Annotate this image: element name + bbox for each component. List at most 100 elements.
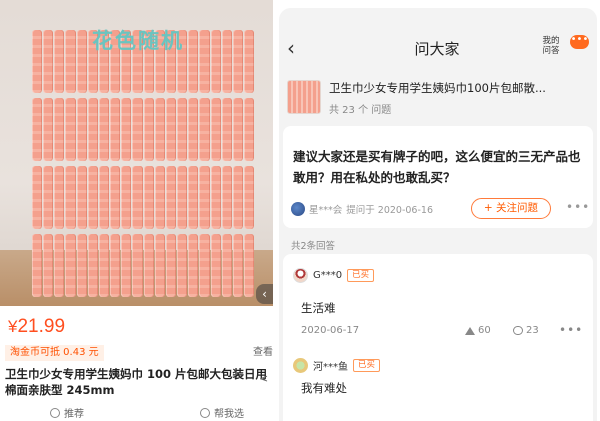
product-summary-row[interactable]: 卫生巾少女专用学生姨妈巾100片包邮散... 共 23 个 问题 [279, 74, 597, 120]
sanitary-pad [199, 234, 210, 297]
sanitary-pad [177, 98, 188, 161]
sanitary-pad [65, 98, 76, 161]
sanitary-pad [121, 166, 132, 229]
coin-row: 淘金币可抵 0.43 元 查看 [0, 345, 273, 361]
recommend-label: 推荐 [64, 409, 84, 420]
photo-next-arrow-icon[interactable]: ‹ [256, 284, 273, 304]
sanitary-pad [110, 166, 121, 229]
sanitary-pad [188, 30, 199, 93]
question-text: 建议大家还是买有牌子的吧，这么便宜的三无产品也敢用？用在私处的也敢乱买？ [293, 149, 581, 185]
sanitary-pad [199, 166, 210, 229]
bought-badge: 已买 [353, 359, 381, 372]
price-value: 21.99 [17, 316, 66, 337]
sanitary-pad [76, 166, 87, 229]
sanitary-pad [143, 98, 154, 161]
sanitary-pad [32, 234, 43, 297]
sanitary-pad [132, 166, 143, 229]
sanitary-pad [43, 166, 54, 229]
sanitary-pad [177, 166, 188, 229]
sanitary-pad [87, 166, 98, 229]
question-card: 建议大家还是买有牌子的吧，这么便宜的三无产品也敢用？用在私处的也敢乱买？ 星**… [283, 126, 593, 228]
answers-count: 共2条回答 [291, 241, 336, 252]
follow-question-button[interactable]: + 关注问题 [471, 198, 551, 219]
sanitary-pad [188, 234, 199, 297]
question-more-icon[interactable]: ••• [566, 200, 590, 214]
sanitary-pad [98, 166, 110, 229]
sanitary-pad [43, 30, 54, 93]
answer-text: 生活难 [301, 301, 336, 315]
sanitary-pad [98, 98, 110, 161]
product-title: 卫生巾少女专用学生姨妈巾 100 片包邮大包装日用棉面亲肤型 245mm [5, 367, 268, 397]
pad-stack [32, 30, 255, 298]
answer-item: 河***鱼 已买 我有难处 [283, 344, 593, 421]
sanitary-pad [43, 234, 54, 297]
avatar[interactable] [293, 358, 308, 373]
sanitary-pad [221, 166, 232, 229]
product-summary-title: 卫生巾少女专用学生姨妈巾100片包邮散... [329, 81, 546, 95]
sanitary-pad [232, 98, 243, 161]
sanitary-pad [32, 98, 43, 161]
sanitary-pad [232, 234, 243, 297]
sanitary-pad [243, 166, 255, 229]
sanitary-pad [98, 234, 110, 297]
comment-icon [513, 326, 523, 335]
sanitary-pad [165, 234, 177, 297]
product-listing-panel: 花色随机 ‹ ¥21.99 淘金币可抵 0.43 元 查看 卫生巾少女专用学生姨… [0, 0, 273, 421]
bought-badge: 已买 [347, 269, 375, 282]
sanitary-pad [243, 30, 255, 93]
answer-user: G***0 已买 [293, 268, 375, 283]
sanitary-pad [188, 98, 199, 161]
product-photo[interactable]: 花色随机 ‹ [0, 0, 273, 306]
sanitary-pad [154, 234, 165, 297]
sanitary-pad [54, 166, 65, 229]
photo-watermark: 花色随机 [92, 29, 184, 53]
sanitary-pad [110, 98, 121, 161]
question-count: 共 23 个 问题 [329, 105, 392, 116]
sanitary-pad [54, 30, 65, 93]
thumbs-up-icon [465, 326, 475, 335]
sanitary-pad [232, 30, 243, 93]
answer-text: 我有难处 [301, 381, 347, 395]
sanitary-pad [143, 234, 154, 297]
comment-count: 23 [526, 325, 539, 336]
coin-more-link[interactable]: 查看 [253, 345, 273, 361]
help-choose-button[interactable]: 帮我选 [200, 405, 244, 420]
answer-date: 2020-06-17 [301, 325, 360, 336]
sanitary-pad [243, 98, 255, 161]
sanitary-pad [32, 30, 43, 93]
sanitary-pad [199, 30, 210, 93]
pad-row [32, 98, 255, 161]
sanitary-pad [232, 166, 243, 229]
sanitary-pad [210, 98, 221, 161]
recommend-icon [50, 407, 60, 418]
avatar[interactable] [293, 268, 308, 283]
sanitary-pad [54, 234, 65, 297]
answer-user-name: 河***鱼 [313, 362, 348, 373]
sanitary-pad [54, 98, 65, 161]
sanitary-pad [210, 30, 221, 93]
sanitary-pad [76, 98, 87, 161]
sanitary-pad [32, 166, 43, 229]
more-menu-icon[interactable]: ••• [570, 35, 589, 49]
page-title: 问大家 [414, 40, 460, 58]
coin-discount-badge: 淘金币可抵 0.43 元 [5, 345, 104, 361]
my-questions-link[interactable]: 我的问答 [540, 36, 562, 56]
answer-more-icon[interactable]: ••• [559, 323, 583, 337]
sanitary-pad [110, 234, 121, 297]
pad-row [32, 166, 255, 229]
sanitary-pad [177, 234, 188, 297]
answer-item: G***0 已买 生活难 2020-06-17 60 23 ••• [283, 254, 593, 344]
like-button[interactable]: 60 [465, 325, 491, 336]
share-icon[interactable]: < [259, 372, 273, 388]
like-count: 60 [478, 325, 491, 336]
recommend-button[interactable]: 推荐 [50, 405, 84, 420]
sanitary-pad [154, 98, 165, 161]
back-chevron-icon[interactable]: ‹ [287, 36, 295, 60]
sanitary-pad [76, 30, 87, 93]
comment-button[interactable]: 23 [513, 325, 539, 336]
product-price: ¥21.99 [8, 316, 65, 338]
pad-row [32, 234, 255, 297]
asked-date: 提问于 2020-06-16 [346, 205, 433, 216]
sanitary-pad [188, 166, 199, 229]
sanitary-pad [65, 166, 76, 229]
